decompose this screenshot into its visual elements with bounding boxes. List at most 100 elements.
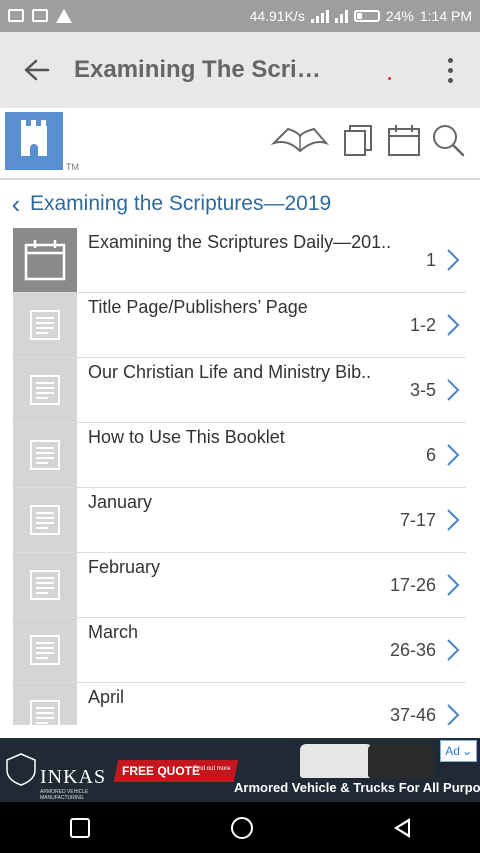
ad-cta-button[interactable]: FREE QUOTE Find out more [113,760,239,782]
truck-image [368,744,434,778]
list-item-title: Our Christian Life and Ministry Bib.. [88,362,372,382]
bible-button[interactable] [270,122,330,158]
list-item-thumbnail [13,618,77,682]
list-item[interactable]: April 37-46 [13,683,466,725]
van-image [300,744,376,778]
list-item-thumbnail [13,228,77,292]
breadcrumb-label: Examining the Scriptures—2019 [30,192,332,215]
signal-icon-2 [334,9,348,23]
list-item-pages: 37-46 [389,705,436,725]
list-item-pages: 6 [425,445,436,465]
page-title: Examining The Scri… [74,56,321,83]
ad-cta-small: Find out more [193,766,231,772]
ad-tagline: Armored Vehicle & Trucks For All Purpose… [234,780,480,795]
chevron-right-icon [446,573,460,603]
breadcrumb[interactable]: ‹ Examining the Scriptures—2019 [0,186,480,222]
list-item-thumbnail [13,553,77,617]
daily-text-button[interactable] [386,122,422,158]
chevron-right-icon [446,508,460,538]
document-icon [30,375,60,405]
dot-icon [447,77,453,83]
notification-icons [0,9,72,23]
list-item-title: January [88,492,153,512]
arrow-left-icon [24,59,50,81]
list-item-pages: 26-36 [389,640,436,660]
list-item[interactable]: Title Page/Publishers’ Page 1-2 [13,293,466,358]
calendar-icon [24,240,66,281]
status-bar: 44.91K/s 24% 1:14 PM [0,0,480,32]
dot-icon [447,67,453,73]
image-icon [32,9,48,22]
recents-button[interactable] [70,817,91,838]
list-item-pages: 17-26 [389,575,436,595]
warning-icon [56,9,72,23]
list-item-title: Title Page/Publishers’ Page [88,297,308,317]
document-icon [30,440,60,470]
list-item[interactable]: Our Christian Life and Ministry Bib.. 3-5 [13,358,466,423]
search-button[interactable] [430,122,466,158]
dot-icon [447,57,453,63]
list-item-title: How to Use This Booklet [88,427,285,447]
mail-icon [8,9,24,22]
network-speed: 44.91K/s [249,8,305,24]
list-item[interactable]: March 26-36 [13,618,466,683]
app-bar: Examining The Scri… [0,32,480,108]
ad-badge-label: Ad [445,744,460,758]
chevron-right-icon [446,443,460,473]
list-item-title: Examining the Scriptures Daily—201.. [88,232,392,252]
ad-badge[interactable]: Ad ⌄ [440,740,477,762]
publications-button[interactable] [340,122,376,158]
ad-brand-logo: INKAS ARMORED VEHICLE MANUFACTURING [2,752,112,801]
document-icon [30,505,60,535]
list-item-title: March [88,622,139,642]
ad-banner[interactable]: INKAS ARMORED VEHICLE MANUFACTURING FREE… [0,738,480,802]
chevron-right-icon [446,313,460,343]
chevron-down-icon: ⌄ [461,744,472,758]
copy-pages-icon [344,125,372,156]
ad-brand-text: INKAS [40,766,107,788]
ad-brand-sub: ARMORED VEHICLE MANUFACTURING [40,789,89,801]
chevron-right-icon [446,638,460,668]
clock: 1:14 PM [419,8,472,24]
list-item-pages: 1-2 [409,315,436,335]
system-back-button[interactable] [393,817,410,838]
system-nav-bar [0,802,480,853]
list-item[interactable]: How to Use This Booklet 6 [13,423,466,488]
calendar-icon [388,125,420,156]
chevron-right-icon [446,703,460,725]
tower-icon [21,120,47,156]
list-item-pages: 7-17 [399,510,436,530]
app-logo[interactable] [5,112,63,170]
document-icon [30,700,60,725]
signal-icon [310,9,329,23]
document-icon [30,310,60,340]
list-item-pages: 1 [425,250,436,270]
chevron-left-icon: ‹ [11,188,21,219]
home-button[interactable] [230,816,253,839]
battery-percent: 24% [385,8,414,24]
document-icon [30,570,60,600]
list-item[interactable]: Examining the Scriptures Daily—201.. 1 [13,228,466,293]
list-item-thumbnail [13,488,77,552]
overflow-menu-button[interactable] [420,32,480,108]
trademark-mark: TM [66,162,79,172]
list-item[interactable]: February 17-26 [13,553,466,618]
red-dot [388,77,391,80]
list-item-title: April [88,687,125,707]
document-icon [30,635,60,665]
list-item-thumbnail [13,293,77,357]
list-item-thumbnail [13,423,77,487]
list-item[interactable]: January 7-17 [13,488,466,553]
chevron-right-icon [446,248,460,278]
battery-icon [353,10,380,22]
shield-icon [6,753,36,786]
list-item-thumbnail [13,358,77,422]
chevron-right-icon [446,378,460,408]
toolbar: TM [0,108,480,180]
list-item-title: February [88,557,161,577]
open-book-icon [270,127,330,153]
list-item-thumbnail [13,683,77,725]
table-of-contents: Examining the Scriptures Daily—201.. 1 Tit… [13,228,466,725]
back-button[interactable] [0,32,74,108]
search-icon [433,125,465,157]
